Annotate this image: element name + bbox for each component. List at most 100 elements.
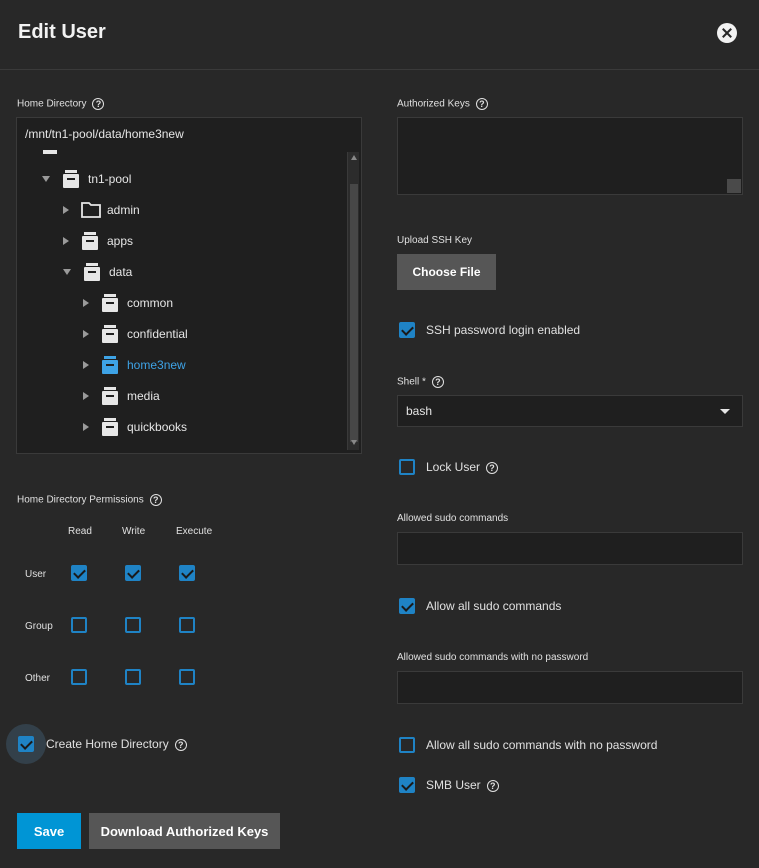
- choose-file-button[interactable]: Choose File: [397, 254, 496, 290]
- tree-node-label: quickbooks: [127, 420, 188, 434]
- sudo-nopasswd-input[interactable]: [397, 671, 743, 704]
- tree-scrollbar[interactable]: [347, 152, 359, 450]
- shell-select-value: bash: [406, 404, 433, 418]
- sudo-nopasswd-label: Allowed sudo commands with no password: [397, 652, 589, 663]
- close-icon[interactable]: [717, 23, 737, 43]
- authorized-keys-label-text: Authorized Keys: [397, 98, 470, 110]
- sudo-commands-input[interactable]: [397, 532, 743, 565]
- lock-user-text: Lock User: [426, 460, 481, 474]
- caret-right-icon[interactable]: [83, 361, 89, 369]
- dataset-icon: [102, 294, 118, 312]
- tree-node-apps[interactable]: apps: [63, 231, 133, 251]
- column-execute: Execute: [176, 526, 213, 537]
- ssh-password-login-label: SSH password login enabled: [426, 323, 581, 337]
- tree-node-media[interactable]: media: [83, 386, 160, 406]
- resize-handle[interactable]: [727, 179, 741, 193]
- caret-right-icon[interactable]: [83, 423, 89, 431]
- dataset-icon: [102, 325, 118, 343]
- tree-node-data[interactable]: data: [63, 262, 132, 282]
- home-directory-label: Home Directory?: [17, 98, 105, 110]
- tree-node-label: common: [127, 296, 174, 310]
- caret-right-icon[interactable]: [83, 392, 89, 400]
- tree-node-quickbooks[interactable]: quickbooks: [83, 417, 187, 437]
- smb-user-checkbox[interactable]: [399, 777, 415, 793]
- chevron-down-icon: [720, 409, 730, 414]
- tree-node-label: data: [109, 265, 133, 279]
- caret-right-icon[interactable]: [83, 330, 89, 338]
- help-icon[interactable]: ?: [475, 98, 488, 110]
- column-write: Write: [122, 526, 146, 537]
- create-home-directory-checkbox[interactable]: [18, 736, 34, 752]
- tree-node-label: confidential: [127, 327, 188, 341]
- group-execute-checkbox[interactable]: [179, 617, 195, 633]
- sudo-commands-label: Allowed sudo commands: [397, 513, 509, 524]
- tree-node-label: apps: [107, 234, 134, 248]
- download-authorized-keys-button[interactable]: Download Authorized Keys: [89, 813, 280, 849]
- tree-node-label: tn1-pool: [88, 172, 132, 186]
- tree-node-home3new[interactable]: home3new: [83, 355, 186, 375]
- group-write-checkbox[interactable]: [125, 617, 141, 633]
- user-read-checkbox[interactable]: [71, 565, 87, 581]
- upload-ssh-key-label: Upload SSH Key: [397, 235, 473, 246]
- other-execute-checkbox[interactable]: [179, 669, 195, 685]
- dataset-icon: [102, 418, 118, 436]
- caret-right-icon[interactable]: [63, 206, 69, 214]
- help-icon[interactable]: ?: [486, 779, 499, 792]
- other-write-checkbox[interactable]: [125, 669, 141, 685]
- dialog-title: Edit User: [18, 21, 106, 43]
- group-read-checkbox[interactable]: [71, 617, 87, 633]
- lock-user-checkbox[interactable]: [399, 459, 415, 475]
- ssh-password-login-checkbox[interactable]: [399, 322, 415, 338]
- dataset-icon: [84, 263, 100, 281]
- user-execute-checkbox[interactable]: [179, 565, 195, 581]
- shell-label-text: Shell *: [397, 376, 426, 388]
- scroll-down-arrow-icon[interactable]: [351, 440, 357, 445]
- lock-user-label: Lock User?: [426, 460, 499, 474]
- tree-node-label: home3new: [127, 358, 186, 372]
- row-group: Group: [25, 621, 53, 632]
- help-icon[interactable]: ?: [431, 376, 444, 388]
- tree-node-tn1-pool[interactable]: tn1-pool: [42, 169, 131, 189]
- tree-node-label: media: [127, 389, 160, 403]
- dialog-header: Edit User: [0, 0, 759, 70]
- authorized-keys-textarea[interactable]: [397, 117, 743, 195]
- help-icon[interactable]: ?: [92, 98, 105, 110]
- allow-all-sudo-checkbox[interactable]: [399, 598, 415, 614]
- smb-user-text: SMB User: [426, 778, 481, 792]
- help-icon[interactable]: ?: [149, 494, 162, 506]
- tree-node-admin[interactable]: admin: [63, 200, 140, 220]
- directory-tree: tn1-pool admin apps data common confiden…: [16, 150, 362, 454]
- help-icon[interactable]: ?: [174, 738, 187, 751]
- permissions-label-text: Home Directory Permissions: [17, 494, 144, 506]
- allow-all-sudo-nopasswd-checkbox[interactable]: [399, 737, 415, 753]
- help-icon[interactable]: ?: [486, 461, 499, 474]
- partial-tree-node: [43, 150, 57, 154]
- caret-down-icon[interactable]: [42, 176, 50, 182]
- home-directory-label-text: Home Directory: [17, 98, 87, 110]
- folder-icon: [81, 202, 101, 218]
- row-other: Other: [25, 673, 51, 684]
- dataset-icon: [82, 232, 98, 250]
- tree-node-label: admin: [107, 203, 140, 217]
- other-read-checkbox[interactable]: [71, 669, 87, 685]
- allow-all-sudo-nopasswd-label: Allow all sudo commands with no password: [426, 738, 658, 752]
- dataset-icon: [63, 170, 79, 188]
- row-user: User: [25, 569, 47, 580]
- caret-down-icon[interactable]: [63, 269, 71, 275]
- create-home-directory-label: Create Home Directory?: [46, 737, 187, 751]
- home-directory-path-input[interactable]: /mnt/tn1-pool/data/home3new: [16, 117, 362, 151]
- allow-all-sudo-label: Allow all sudo commands: [426, 599, 562, 613]
- save-button[interactable]: Save: [17, 813, 81, 849]
- user-write-checkbox[interactable]: [125, 565, 141, 581]
- tree-node-common[interactable]: common: [83, 293, 173, 313]
- tree-node-confidential[interactable]: confidential: [83, 324, 188, 344]
- caret-right-icon[interactable]: [63, 237, 69, 245]
- authorized-keys-label: Authorized Keys?: [397, 98, 488, 110]
- scroll-up-arrow-icon[interactable]: [351, 155, 357, 160]
- shell-label: Shell *?: [397, 376, 444, 388]
- caret-right-icon[interactable]: [83, 299, 89, 307]
- create-home-directory-text: Create Home Directory: [46, 737, 169, 751]
- dataset-icon: [102, 387, 118, 405]
- scrollbar-thumb[interactable]: [350, 184, 358, 442]
- shell-select[interactable]: bash: [397, 395, 743, 427]
